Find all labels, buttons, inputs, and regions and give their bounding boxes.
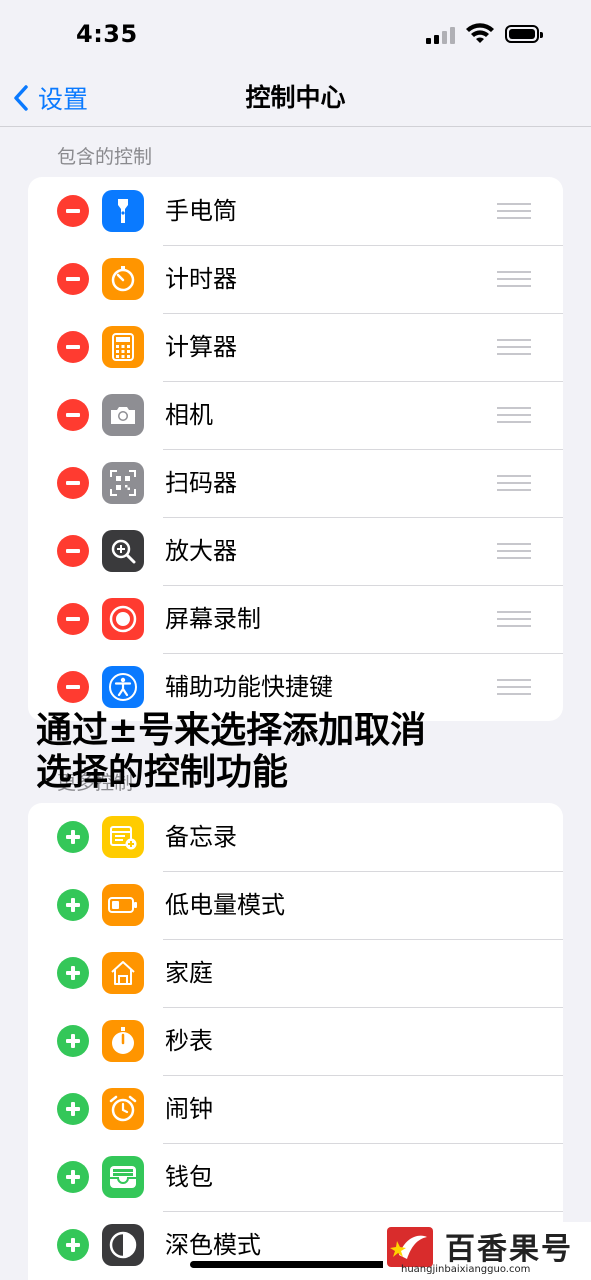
control-label: 低电量模式 (165, 891, 285, 919)
remove-control-button[interactable] (57, 399, 89, 431)
reorder-handle-icon[interactable] (497, 271, 531, 287)
control-label: 深色模式 (165, 1231, 261, 1259)
section-header-included: 包含的控制 (57, 146, 153, 168)
control-label: 手电筒 (165, 197, 237, 225)
wifi-icon (466, 23, 494, 43)
included-controls-list: 手电筒 计时器 计算器 相机 扫码器 放大器 屏幕录制 辅助功能快捷键 (28, 177, 563, 721)
status-time: 4:35 (76, 20, 138, 48)
reorder-handle-icon[interactable] (497, 339, 531, 355)
control-row[interactable]: 低电量模式 (28, 871, 563, 939)
control-label: 计时器 (165, 265, 237, 293)
control-row[interactable]: 家庭 (28, 939, 563, 1007)
more-controls-list: 备忘录低电量模式家庭秒表闹钟钱包深色模式 (28, 803, 563, 1280)
remove-control-button[interactable] (57, 603, 89, 635)
cellular-signal-icon (426, 26, 456, 44)
caption-overlay: 通过±号来选择添加取消 选择的控制功能 (36, 710, 576, 794)
reorder-handle-icon[interactable] (497, 543, 531, 559)
accessibility-icon (102, 666, 144, 708)
watermark: 百香果号 huangjinbaixiangguo.com (383, 1222, 591, 1280)
camera-icon (102, 394, 144, 436)
add-control-button[interactable] (57, 1025, 89, 1057)
control-label: 扫码器 (165, 469, 237, 497)
control-label: 家庭 (165, 959, 213, 987)
dark-mode-icon (102, 1224, 144, 1266)
timer-icon (102, 258, 144, 300)
add-control-button[interactable] (57, 821, 89, 853)
add-control-button[interactable] (57, 1093, 89, 1125)
screen-record-icon (102, 598, 144, 640)
remove-control-button[interactable] (57, 671, 89, 703)
reorder-handle-icon[interactable] (497, 475, 531, 491)
reorder-handle-icon[interactable] (497, 203, 531, 219)
remove-control-button[interactable] (57, 195, 89, 227)
remove-control-button[interactable] (57, 467, 89, 499)
alarm-icon (102, 1088, 144, 1130)
remove-control-button[interactable] (57, 331, 89, 363)
control-label: 计算器 (165, 333, 237, 361)
calculator-icon (102, 326, 144, 368)
magnifier-icon (102, 530, 144, 572)
control-row[interactable]: 手电筒 (28, 177, 563, 245)
home-indicator[interactable] (190, 1261, 402, 1268)
add-control-button[interactable] (57, 889, 89, 921)
add-control-button[interactable] (57, 1161, 89, 1193)
control-label: 秒表 (165, 1027, 213, 1055)
control-row[interactable]: 闹钟 (28, 1075, 563, 1143)
watermark-url: huangjinbaixiangguo.com (401, 1264, 531, 1275)
caption-line-2: 选择的控制功能 (36, 752, 289, 793)
home-icon (102, 952, 144, 994)
control-label: 屏幕录制 (165, 605, 261, 633)
caption-line-1: 通过±号来选择添加取消 (36, 710, 427, 751)
stopwatch-icon (102, 1020, 144, 1062)
watermark-logo-icon (387, 1227, 433, 1267)
page-title: 控制中心 (245, 83, 346, 112)
qr-scanner-icon (102, 462, 144, 504)
flashlight-icon (102, 190, 144, 232)
control-row[interactable]: 相机 (28, 381, 563, 449)
control-row[interactable]: 秒表 (28, 1007, 563, 1075)
low-power-icon (102, 884, 144, 926)
control-label: 放大器 (165, 537, 237, 565)
control-label: 相机 (165, 401, 213, 429)
add-control-button[interactable] (57, 1229, 89, 1261)
control-row[interactable]: 计算器 (28, 313, 563, 381)
control-row[interactable]: 备忘录 (28, 803, 563, 871)
notes-icon (102, 816, 144, 858)
reorder-handle-icon[interactable] (497, 407, 531, 423)
control-row[interactable]: 屏幕录制 (28, 585, 563, 653)
reorder-handle-icon[interactable] (497, 679, 531, 695)
control-label: 备忘录 (165, 823, 237, 851)
control-label: 闹钟 (165, 1095, 213, 1123)
control-row[interactable]: 放大器 (28, 517, 563, 585)
status-bar: 4:35 (0, 0, 591, 70)
reorder-handle-icon[interactable] (497, 611, 531, 627)
watermark-text: 百香果号 (445, 1232, 573, 1267)
control-row[interactable]: 钱包 (28, 1143, 563, 1211)
control-row[interactable]: 计时器 (28, 245, 563, 313)
remove-control-button[interactable] (57, 535, 89, 567)
add-control-button[interactable] (57, 957, 89, 989)
navigation-bar: 设置 控制中心 (0, 70, 591, 127)
wallet-icon (102, 1156, 144, 1198)
remove-control-button[interactable] (57, 263, 89, 295)
control-row[interactable]: 扫码器 (28, 449, 563, 517)
control-label: 钱包 (165, 1163, 213, 1191)
battery-icon (505, 25, 543, 43)
